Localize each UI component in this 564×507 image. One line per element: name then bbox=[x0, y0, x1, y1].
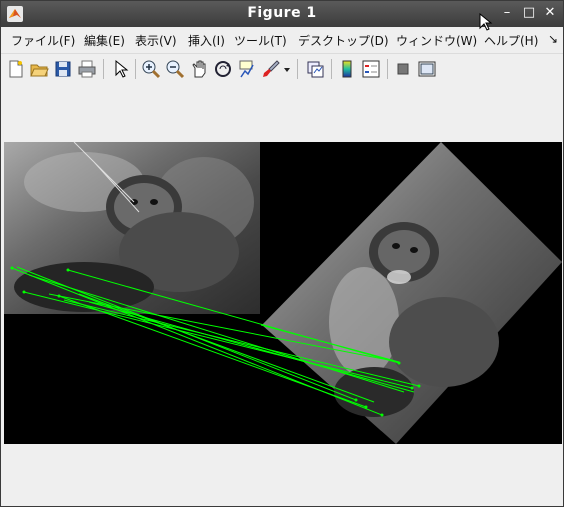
brush-icon[interactable] bbox=[261, 59, 281, 79]
open-file-icon[interactable] bbox=[29, 59, 49, 79]
menu-window[interactable]: ウィンドウ(W) bbox=[396, 32, 477, 49]
menu-file[interactable]: ファイル(F) bbox=[11, 32, 75, 49]
toolbar-separator bbox=[387, 59, 388, 79]
toolbar-separator bbox=[135, 59, 136, 79]
mouse-cursor-icon bbox=[479, 13, 493, 31]
menu-help[interactable]: ヘルプ(H) bbox=[484, 32, 538, 49]
zoom-in-icon[interactable] bbox=[141, 59, 161, 79]
show-plot-tools-icon[interactable] bbox=[417, 59, 437, 79]
menu-edit[interactable]: 編集(E) bbox=[84, 32, 125, 49]
menu-insert[interactable]: 挿入(I) bbox=[188, 32, 225, 49]
zoom-out-icon[interactable] bbox=[165, 59, 185, 79]
print-icon[interactable] bbox=[77, 59, 97, 79]
rotated-ocelot-image bbox=[262, 142, 562, 444]
figure-window: Figure 1 – □ ✕ ファイル(F) 編集(E) 表示(V) 挿入(I)… bbox=[0, 0, 564, 507]
rotate-3d-icon[interactable] bbox=[213, 59, 233, 79]
toolbar-separator bbox=[297, 59, 298, 79]
menu-desktop[interactable]: デスクトップ(D) bbox=[298, 32, 389, 49]
image-axes[interactable] bbox=[4, 141, 562, 444]
toolbar-overflow-icon[interactable]: ↘ bbox=[548, 32, 558, 46]
toolbar-separator bbox=[103, 59, 104, 79]
menu-tools[interactable]: ツール(T) bbox=[234, 32, 287, 49]
link-plot-icon[interactable] bbox=[305, 59, 325, 79]
pan-icon[interactable] bbox=[189, 59, 209, 79]
toolbar-separator bbox=[331, 59, 332, 79]
close-button[interactable]: ✕ bbox=[542, 5, 558, 21]
legend-icon[interactable] bbox=[361, 59, 381, 79]
minimize-button[interactable]: – bbox=[499, 5, 515, 21]
toolbar bbox=[1, 53, 563, 85]
hide-plot-tools-icon[interactable] bbox=[393, 59, 413, 79]
colorbar-icon[interactable] bbox=[337, 59, 357, 79]
pointer-icon[interactable] bbox=[110, 59, 130, 79]
menu-view[interactable]: 表示(V) bbox=[135, 32, 177, 49]
maximize-button[interactable]: □ bbox=[521, 5, 537, 21]
new-figure-icon[interactable] bbox=[6, 59, 26, 79]
brush-dropdown-icon[interactable] bbox=[282, 59, 292, 79]
save-icon[interactable] bbox=[53, 59, 73, 79]
data-cursor-icon[interactable] bbox=[237, 59, 257, 79]
